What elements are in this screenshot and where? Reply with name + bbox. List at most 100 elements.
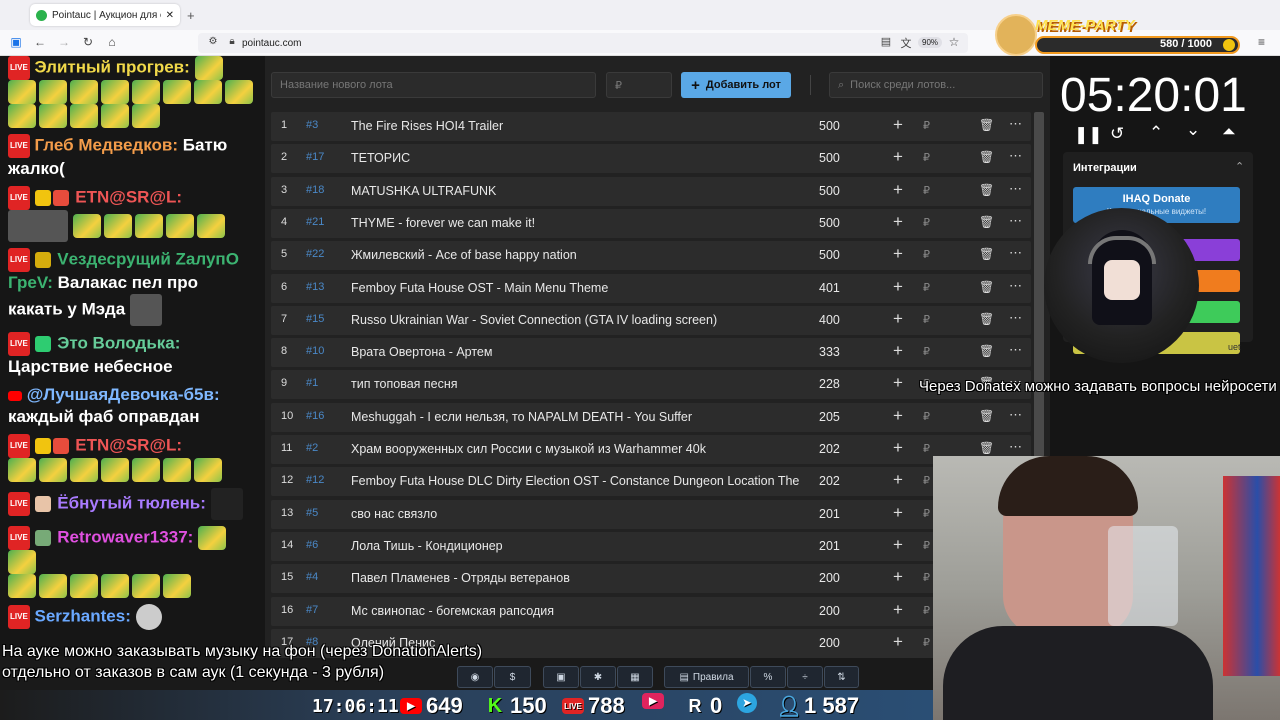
delete-icon[interactable]: 🗑︎ — [979, 409, 994, 423]
chevron-up-icon[interactable]: ⌃ — [1149, 123, 1163, 143]
lot-row[interactable]: 11 #2 Храм вооруженных сил России с музыко… — [271, 435, 1031, 464]
chevron-up-icon[interactable]: ⌃ — [1235, 160, 1244, 173]
lot-name[interactable]: Храм вооруженных сил России с музыкой из… — [351, 442, 801, 456]
more-icon[interactable]: ⋯ — [1009, 181, 1022, 197]
lot-row[interactable]: 1 #3 The Fire Rises HOI4 Trailer 500 + ₽ 🗑︎ ⋯ — [271, 112, 1031, 141]
home-icon[interactable]: ⌂ — [104, 35, 120, 49]
lot-row[interactable]: 14 #6 Лола Тишь - Кондиционер 201 + ₽ — [271, 531, 1031, 561]
lot-name[interactable]: Павел Пламенев - Отряды ветеранов — [351, 571, 801, 585]
lot-name[interactable]: The Fire Rises HOI4 Trailer — [351, 119, 801, 133]
add-amount-icon[interactable]: + — [893, 373, 903, 393]
donate-button[interactable]: $ — [494, 666, 531, 688]
lot-name[interactable]: Femboy Futa House OST - Main Menu Theme — [351, 281, 801, 295]
new-tab-icon[interactable]: + — [187, 8, 195, 23]
add-amount-icon[interactable]: + — [893, 180, 903, 200]
delete-icon[interactable]: 🗑︎ — [979, 183, 994, 197]
delete-icon[interactable]: 🗑︎ — [979, 247, 994, 261]
ruble-icon[interactable]: ₽ — [923, 151, 930, 164]
ruble-icon[interactable]: ₽ — [923, 216, 930, 229]
more-icon[interactable]: ⋯ — [1009, 245, 1022, 261]
add-amount-icon[interactable]: + — [893, 503, 903, 523]
lot-list-scrollbar[interactable] — [1034, 112, 1044, 457]
add-amount-icon[interactable]: + — [893, 341, 903, 361]
save-button[interactable]: ▣ — [543, 666, 579, 688]
lot-name[interactable]: Жмилевский - Ace of base happy nation — [351, 248, 801, 262]
reset-icon[interactable]: ↺ — [1110, 124, 1124, 144]
lot-row[interactable]: 13 #5 сво нас связло 201 + ₽ — [271, 499, 1031, 529]
lot-row[interactable]: 3 #18 MATUSHKA ULTRAFUNK 500 + ₽ 🗑︎ ⋯ — [271, 176, 1031, 206]
double-up-icon[interactable]: ⏶ — [1222, 122, 1236, 142]
more-icon[interactable]: ⋯ — [1009, 116, 1022, 132]
percent-button[interactable]: % — [750, 666, 786, 688]
more-icon[interactable]: ⋯ — [1009, 310, 1022, 326]
close-tab-icon[interactable]: ✕ — [166, 10, 174, 21]
lot-row[interactable]: 8 #10 Врата Овертона - Артем 333 + ₽ 🗑︎ ⋯ — [271, 338, 1031, 368]
sidebar-toggle-icon[interactable]: ▣ — [8, 35, 24, 49]
ruble-icon[interactable]: ₽ — [923, 474, 930, 487]
ruble-icon[interactable]: ₽ — [923, 345, 930, 358]
ruble-icon[interactable]: ₽ — [923, 442, 930, 455]
pause-icon[interactable]: ❚❚ — [1074, 125, 1103, 145]
bug-button[interactable]: ✱ — [580, 666, 616, 688]
add-amount-icon[interactable]: + — [893, 147, 903, 167]
lot-row[interactable]: 15 #4 Павел Пламенев - Отряды ветеранов 200… — [271, 564, 1031, 594]
add-amount-icon[interactable]: + — [893, 600, 903, 620]
new-lot-input[interactable]: Название нового лота — [271, 72, 596, 98]
add-lot-button[interactable]: + Добавить лот — [681, 72, 791, 98]
browser-tab[interactable]: Pointauc | Аукцион для стрим ✕ — [30, 4, 180, 26]
add-amount-icon[interactable]: + — [893, 438, 903, 458]
back-icon[interactable]: ← — [32, 35, 48, 49]
delete-icon[interactable]: 🗑︎ — [979, 344, 994, 358]
lot-name[interactable]: Мс свинопас - богемская рапсодия — [351, 604, 801, 618]
translate-icon[interactable]: 文 — [898, 35, 914, 51]
add-amount-icon[interactable]: + — [893, 115, 903, 135]
delete-icon[interactable]: 🗑︎ — [979, 312, 994, 326]
delete-icon[interactable]: 🗑︎ — [979, 118, 994, 132]
add-amount-icon[interactable]: + — [893, 212, 903, 232]
ruble-icon[interactable]: ₽ — [923, 507, 930, 520]
lot-row[interactable]: 16 #7 Мс свинопас - богемская рапсодия 200 +… — [271, 596, 1031, 626]
ruble-icon[interactable]: ₽ — [923, 410, 930, 423]
ruble-icon[interactable]: ₽ — [923, 636, 930, 649]
ruble-icon[interactable]: ₽ — [923, 248, 930, 261]
lot-row[interactable]: 4 #21 THYME - forever we can make it! 500 + ₽… — [271, 208, 1031, 238]
delete-icon[interactable]: 🗑︎ — [979, 150, 994, 164]
add-amount-icon[interactable]: + — [893, 277, 903, 297]
chevron-down-icon[interactable]: ⌄ — [1186, 120, 1200, 140]
lot-row[interactable]: 5 #22 Жмилевский - Ace of base happy natio… — [271, 241, 1031, 271]
more-icon[interactable]: ⋯ — [1009, 407, 1022, 423]
delete-icon[interactable]: 🗑︎ — [979, 215, 994, 229]
lot-name[interactable]: MATUSHKA ULTRAFUNK — [351, 184, 801, 198]
ruble-icon[interactable]: ₽ — [923, 184, 930, 197]
github-button[interactable]: ◉ — [457, 666, 493, 688]
site-info-icon[interactable]: ⚙ — [205, 36, 221, 47]
lot-name[interactable]: Meshuggah - I если нельзя, то NAPALM DEA… — [351, 410, 801, 424]
delete-all-button[interactable]: ▦ — [617, 666, 653, 688]
lot-row[interactable]: 9 #1 тип топовая песня 228 + ₽ 🗑︎ ⋯ — [271, 370, 1031, 400]
forward-icon[interactable]: → — [56, 35, 72, 49]
ruble-icon[interactable]: ₽ — [923, 539, 930, 552]
more-icon[interactable]: ⋯ — [1009, 439, 1022, 455]
lot-name[interactable]: ТЕТОРИС — [351, 151, 801, 165]
lot-row[interactable]: 6 #13 Femboy Futa House OST - Main Menu Th… — [271, 273, 1031, 303]
lot-name[interactable]: THYME - forever we can make it! — [351, 216, 801, 230]
more-icon[interactable]: ⋯ — [1009, 278, 1022, 294]
add-amount-icon[interactable]: + — [893, 309, 903, 329]
reader-view-icon[interactable]: ▤ — [878, 35, 894, 48]
reload-icon[interactable]: ↻ — [80, 35, 96, 49]
address-bar[interactable]: pointauc.com — [198, 33, 968, 53]
more-icon[interactable]: ⋯ — [1009, 148, 1022, 164]
lot-name[interactable]: Femboy Futa House DLC Dirty Election OST… — [351, 474, 801, 488]
sort-button[interactable]: ⇅ — [824, 666, 859, 688]
more-icon[interactable]: ⋯ — [1009, 213, 1022, 229]
ruble-icon[interactable]: ₽ — [923, 313, 930, 326]
add-amount-icon[interactable]: + — [893, 470, 903, 490]
ruble-icon[interactable]: ₽ — [923, 281, 930, 294]
lot-row[interactable]: 2 #17 ТЕТОРИС 500 + ₽ 🗑︎ ⋯ — [271, 144, 1031, 174]
zoom-badge[interactable]: 90% — [918, 37, 943, 48]
lot-row[interactable]: 10 #16 Meshuggah - I если нельзя, то NAPAL… — [271, 402, 1031, 432]
lot-amount-input[interactable]: ₽ — [606, 72, 672, 98]
delete-icon[interactable]: 🗑︎ — [979, 280, 994, 294]
lot-row[interactable]: 12 #12 Femboy Futa House DLC Dirty Electio… — [271, 467, 1031, 497]
ruble-icon[interactable]: ₽ — [923, 604, 930, 617]
